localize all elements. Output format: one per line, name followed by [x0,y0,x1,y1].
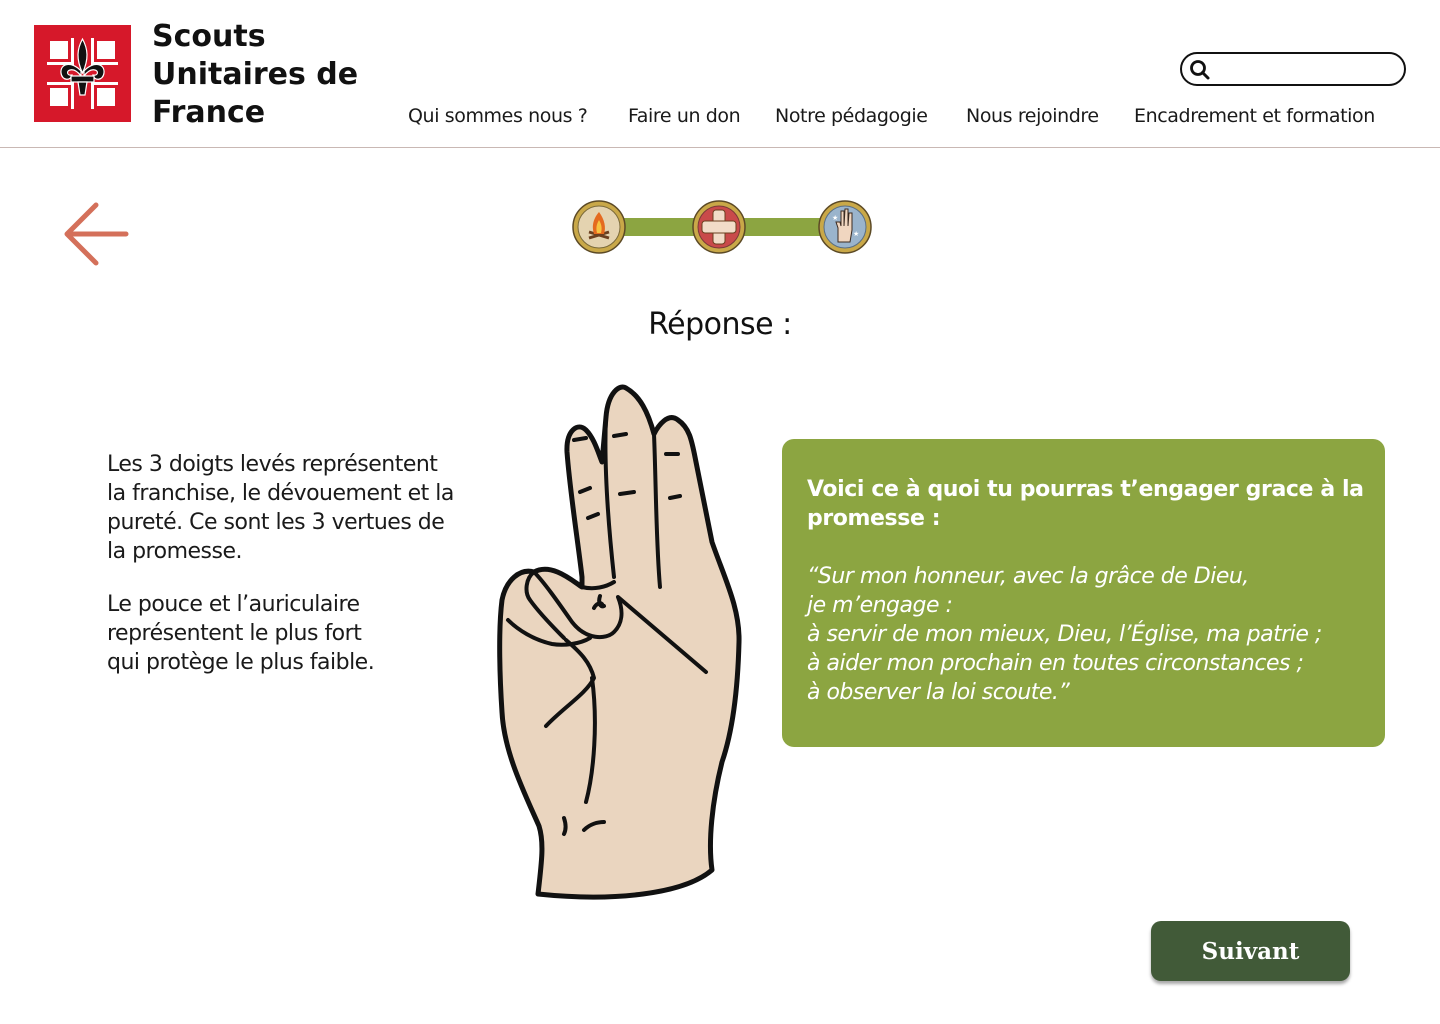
sufr-logo-icon[interactable] [34,25,131,122]
next-button[interactable]: Suivant [1151,921,1350,981]
scout-salute-hand-icon [497,384,742,900]
scout-salute-badge-icon[interactable]: ★ ★ [818,200,872,254]
explanation-paragraph: Le pouce et l’auriculaire représentent l… [107,592,375,675]
search-icon[interactable] [1189,59,1213,81]
promise-card: Voici ce à quoi tu pourras t’engager gra… [782,439,1385,747]
progress-tracker: ★ ★ [572,200,872,254]
promise-heading: Voici ce à quoi tu pourras t’engager gra… [807,477,1364,531]
search-input[interactable] [1216,58,1396,82]
brand-name-line: France [152,95,266,130]
promise-quote: “Sur mon honneur, avec la grâce de Dieu,… [807,564,1322,705]
nav-item-encadrement-formation[interactable]: Encadrement et formation [1134,103,1375,129]
brand-name[interactable]: Scouts Unitaires de France [152,18,392,132]
search-box[interactable] [1180,52,1406,86]
explanation-paragraph: Les 3 doigts levés représentent la franc… [107,452,454,564]
brand-name-line: Unitaires de [152,57,359,92]
site-header: Scouts Unitaires de France Qui sommes no… [0,0,1440,148]
nav-item-qui-sommes-nous[interactable]: Qui sommes nous ? [408,103,588,129]
svg-text:★: ★ [832,214,838,222]
nav-item-faire-un-don[interactable]: Faire un don [628,103,741,129]
answer-title: Réponse : [648,307,792,342]
explanation-text: Les 3 doigts levés représentent la franc… [107,450,497,701]
campfire-badge-icon[interactable] [572,200,626,254]
nav-item-nous-rejoindre[interactable]: Nous rejoindre [966,103,1099,129]
first-aid-badge-icon[interactable] [692,200,746,254]
arrow-left-icon[interactable] [60,198,132,270]
brand-name-line: Scouts [152,19,266,54]
nav-item-notre-pedagogie[interactable]: Notre pédagogie [775,103,928,129]
svg-text:★: ★ [853,230,859,238]
